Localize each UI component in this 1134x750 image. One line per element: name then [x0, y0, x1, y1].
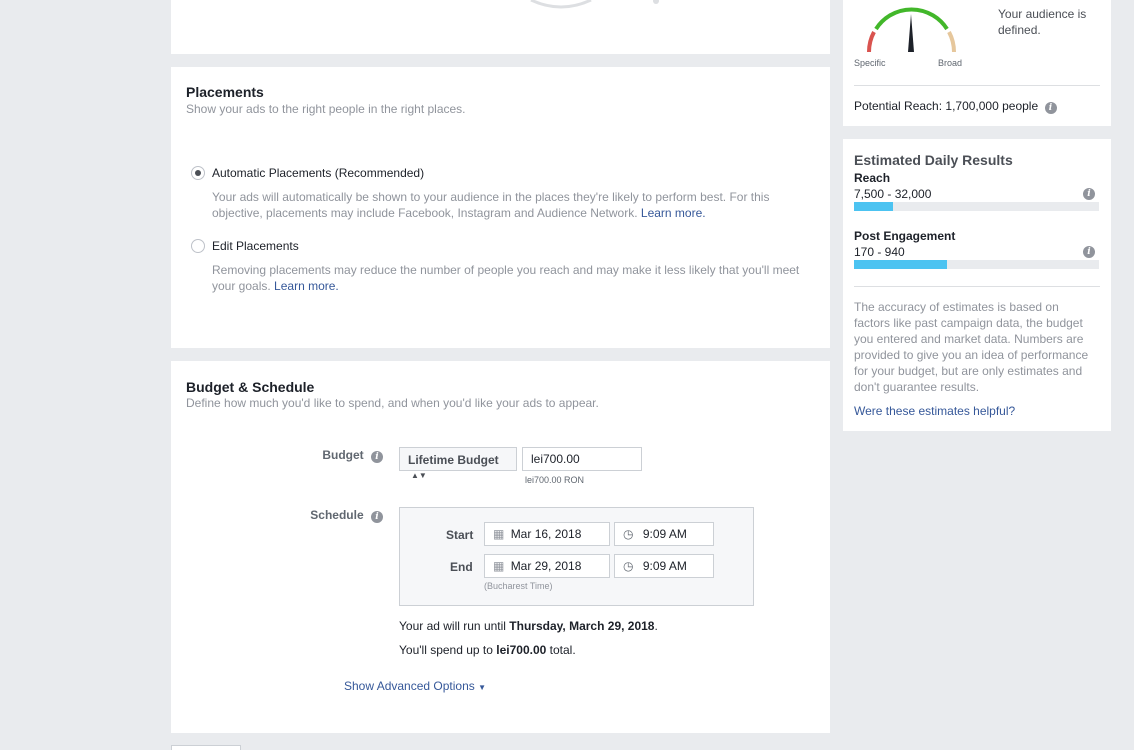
audience-gauge-icon	[866, 7, 957, 53]
end-date-input[interactable]: ▦ Mar 29, 2018	[484, 554, 610, 578]
reach-bar-fill	[854, 202, 894, 211]
automatic-placements-learn-more-link[interactable]: Learn more.	[641, 206, 706, 220]
run-date: Thursday, March 29, 2018	[509, 619, 655, 633]
budget-type-dropdown[interactable]: Lifetime Budget ▲▼	[399, 447, 517, 480]
gauge-broad-label: Broad	[938, 58, 963, 68]
estimates-title: Estimated Daily Results	[854, 152, 1013, 168]
budget-schedule-title: Budget & Schedule	[186, 379, 315, 395]
automatic-placements-label[interactable]: Automatic Placements (Recommended)	[212, 166, 424, 180]
partial-button[interactable]	[171, 745, 241, 750]
estimated-daily-results-card: Estimated Daily Results Reach 7,500 - 32…	[843, 139, 1111, 431]
caret-down-icon: ▼	[478, 683, 487, 692]
potential-reach-info-icon[interactable]: i	[1044, 102, 1057, 114]
budget-label: Budget i	[291, 448, 383, 463]
run-until-text: Your ad will run until Thursday, March 2…	[399, 619, 658, 633]
automatic-placements-description: Your ads will automatically be shown to …	[212, 189, 792, 221]
clock-icon: ◷	[623, 527, 634, 541]
edit-placements-radio[interactable]	[191, 239, 205, 253]
schedule-label-text: Schedule	[310, 508, 364, 522]
potential-reach-text: Potential Reach: 1,700,000 people	[854, 99, 1039, 113]
reach-info-icon[interactable]: i	[1083, 188, 1095, 200]
budget-type-label: Lifetime Budget	[408, 453, 499, 467]
placements-subtitle: Show your ads to the right people in the…	[186, 102, 466, 116]
end-time-value: 9:09 AM	[642, 559, 687, 573]
audience-definition-card: Specific Broad Your audience is defined.…	[843, 0, 1111, 126]
timezone-label: (Bucharest Time)	[484, 581, 553, 591]
dropdown-arrows-icon: ▲▼	[411, 471, 427, 480]
budget-amount-input[interactable]: lei700.00	[522, 447, 642, 471]
spend-value: lei700.00	[496, 643, 547, 657]
post-engagement-bar-fill	[854, 260, 948, 269]
audience-defined-text: Your audience is defined.	[998, 7, 1087, 37]
reach-bar	[854, 202, 1099, 211]
end-time-input[interactable]: ◷ 9:09 AM	[614, 554, 714, 578]
schedule-label: Schedule i	[291, 508, 383, 523]
gauge-specific-label: Specific	[854, 58, 886, 68]
budget-schedule-section: Budget & Schedule Define how much you'd …	[171, 361, 830, 733]
calendar-icon: ▦	[493, 527, 505, 541]
start-time-input[interactable]: ◷ 9:09 AM	[614, 522, 714, 546]
audience-card-bottom	[171, 0, 830, 54]
show-advanced-options-link[interactable]: Show Advanced Options ▼	[344, 679, 486, 693]
spend-suffix: total.	[546, 643, 576, 657]
edit-placements-learn-more-link[interactable]: Learn more.	[274, 279, 339, 293]
start-date-value: Mar 16, 2018	[510, 527, 582, 541]
end-label: End	[450, 560, 473, 574]
estimates-disclaimer: The accuracy of estimates is based on fa…	[854, 300, 1089, 394]
post-engagement-bar	[854, 260, 1099, 269]
calendar-icon: ▦	[493, 559, 505, 573]
placements-section: Placements Show your ads to the right pe…	[171, 67, 830, 348]
clock-icon: ◷	[623, 559, 634, 573]
edit-placements-label[interactable]: Edit Placements	[212, 239, 299, 253]
start-date-input[interactable]: ▦ Mar 16, 2018	[484, 522, 610, 546]
budget-currency-hint: lei700.00 RON	[525, 475, 585, 485]
automatic-placements-radio[interactable]	[191, 166, 205, 180]
budget-info-icon[interactable]: i	[371, 451, 383, 463]
start-time-value: 9:09 AM	[642, 527, 687, 541]
post-engagement-info-icon[interactable]: i	[1083, 246, 1095, 258]
advanced-options-label: Show Advanced Options	[344, 679, 475, 693]
edit-placements-description: Removing placements may reduce the numbe…	[212, 262, 812, 294]
start-label: Start	[446, 528, 474, 542]
end-date-value: Mar 29, 2018	[510, 559, 582, 573]
audience-graphic-partial	[530, 0, 659, 9]
schedule-info-icon[interactable]: i	[371, 511, 383, 523]
run-suffix: .	[654, 619, 658, 633]
spend-text: You'll spend up to lei700.00 total.	[399, 643, 576, 657]
run-prefix: Your ad will run until	[399, 619, 510, 633]
potential-reach: Potential Reach: 1,700,000 people i	[854, 99, 1057, 114]
budget-label-text: Budget	[322, 448, 364, 462]
placements-title: Placements	[186, 84, 264, 100]
estimates-feedback-link[interactable]: Were these estimates helpful?	[854, 404, 1015, 418]
spend-prefix: You'll spend up to	[399, 643, 497, 657]
post-engagement-label: Post Engagement	[854, 229, 956, 243]
reach-label: Reach	[854, 171, 891, 185]
budget-schedule-subtitle: Define how much you'd like to spend, and…	[186, 396, 599, 410]
gauge-needle	[908, 14, 914, 52]
schedule-box: Start ▦ Mar 16, 2018 ◷ 9:09 AM End ▦ Mar…	[399, 507, 754, 606]
post-engagement-range: 170 - 940	[854, 245, 905, 259]
reach-range: 7,500 - 32,000	[854, 187, 932, 201]
divider	[854, 85, 1100, 86]
divider	[854, 286, 1100, 287]
